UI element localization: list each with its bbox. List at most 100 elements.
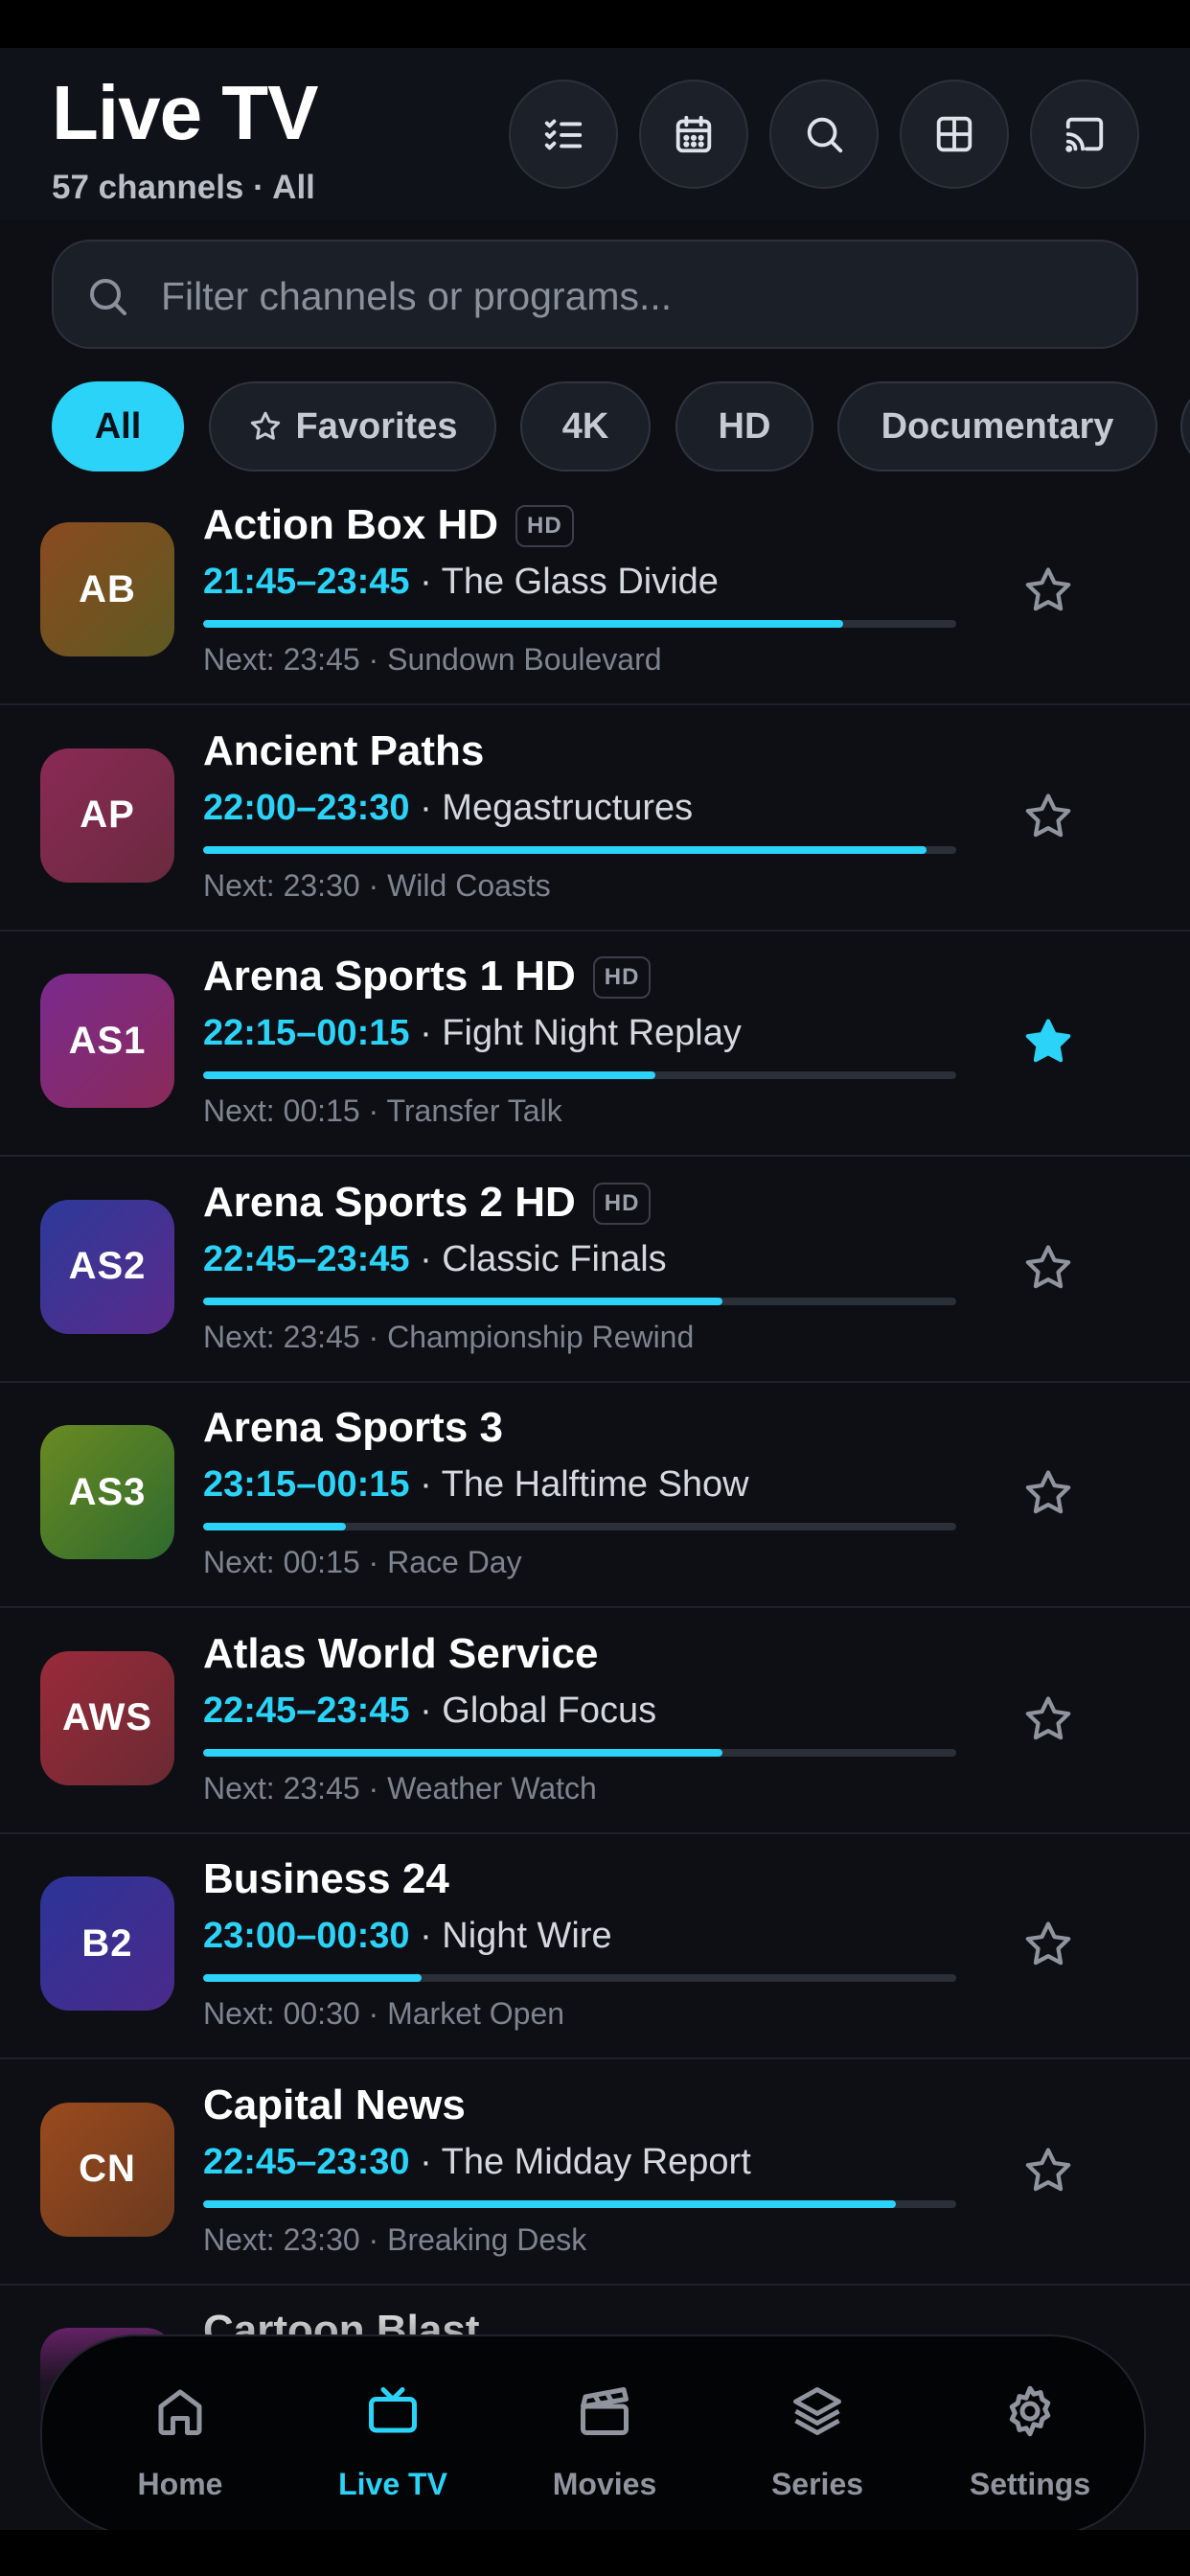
favorite-toggle[interactable] <box>1018 786 1079 847</box>
channel-row[interactable]: AWS Atlas World Service 22:45–23:45 · Glob… <box>0 1608 1190 1834</box>
next-program: Next: 00:30 · Market Open <box>203 1996 565 2031</box>
current-program: 22:45–23:45 · Global Focus <box>203 1690 656 1732</box>
channel-name: Business 24 <box>203 1855 449 1902</box>
channel-row[interactable]: AP Ancient Paths 22:00–23:30 · Megastructu… <box>0 705 1190 932</box>
cast-icon <box>1065 117 1104 152</box>
favorite-toggle[interactable] <box>1018 560 1079 621</box>
chip-hd[interactable]: HD <box>675 381 813 472</box>
channel-logo: AWS <box>40 1650 174 1785</box>
clapperboard-icon <box>581 2387 629 2435</box>
channel-row[interactable]: CN Capital News 22:45–23:30 · The Midday R… <box>0 2059 1190 2286</box>
progress-bar <box>203 1297 956 1305</box>
filter-chips: All Favorites 4K HD Documentary <box>0 381 1190 473</box>
star-icon <box>1025 1244 1071 1288</box>
program-time: 23:15–00:15 <box>203 1464 410 1505</box>
search-button[interactable] <box>769 80 879 189</box>
star-icon <box>250 411 280 440</box>
progress-fill <box>203 1974 422 1982</box>
search-icon <box>807 117 843 153</box>
grid-view-button[interactable] <box>900 80 1009 189</box>
search-input[interactable] <box>161 259 1100 334</box>
progress-fill <box>203 1748 723 1757</box>
next-program: Next: 00:15 · Race Day <box>203 1545 522 1579</box>
channel-name-row: Capital News <box>203 2082 466 2129</box>
bottom-nav: Home Live TV Movies Series Settings <box>40 2334 1146 2536</box>
search-icon <box>90 279 126 315</box>
nav-live-tv[interactable]: Live TV <box>293 2336 485 2538</box>
channel-logo: AP <box>40 748 174 883</box>
star-icon <box>1025 1470 1071 1514</box>
home-indicator-bar <box>0 2530 1190 2576</box>
progress-fill <box>203 1523 347 1530</box>
grid-icon <box>936 116 973 152</box>
chip-label: Favorites <box>295 405 458 447</box>
page-title: Live TV <box>52 70 319 155</box>
favorite-toggle[interactable] <box>1018 1689 1079 1750</box>
channel-name-row: Arena Sports 2 HD HD <box>203 1179 652 1227</box>
cast-button[interactable] <box>1030 80 1139 189</box>
guide-button[interactable] <box>639 80 748 189</box>
header: Live TV 57 channels · All <box>0 48 1190 220</box>
program-title: · Night Wire <box>420 1916 612 1956</box>
nav-settings[interactable]: Settings <box>930 2336 1122 2538</box>
progress-fill <box>203 1297 723 1305</box>
channel-logo-text: CN <box>79 2148 136 2190</box>
home-icon <box>158 2389 202 2435</box>
chip-label: All <box>94 405 142 447</box>
program-time: 23:00–00:30 <box>203 1916 410 1956</box>
channel-row[interactable]: AB Action Box HD HD 21:45–23:45 · The Glass… <box>0 479 1190 705</box>
nav-label: Movies <box>552 2467 657 2501</box>
chip-documentary[interactable]: Documentary <box>837 381 1157 472</box>
program-title: · Fight Night Replay <box>420 1013 742 1053</box>
star-icon <box>1025 1921 1071 1966</box>
channel-row[interactable]: AS3 Arena Sports 3 23:15–00:15 · The Halft… <box>0 1382 1190 1608</box>
channel-logo-text: AS3 <box>68 1470 147 1513</box>
checklist-button[interactable] <box>509 80 618 189</box>
current-program: 23:15–00:15 · The Halftime Show <box>203 1464 749 1506</box>
chip-favorites[interactable]: Favorites <box>209 381 496 472</box>
progress-fill <box>203 845 927 854</box>
progress-fill <box>203 620 844 628</box>
favorite-toggle[interactable] <box>1018 2140 1079 2201</box>
program-title: · The Glass Divide <box>420 562 719 602</box>
chip-more[interactable] <box>1180 381 1190 472</box>
search-bar[interactable] <box>52 240 1138 349</box>
favorite-toggle[interactable] <box>1018 1914 1079 1975</box>
current-program: 22:45–23:45 · Classic Finals <box>203 1239 667 1280</box>
channel-name-row: Action Box HD HD <box>203 501 574 549</box>
star-icon <box>1025 567 1071 611</box>
nav-movies[interactable]: Movies <box>505 2336 697 2538</box>
favorite-toggle[interactable] <box>1018 1011 1079 1072</box>
current-program: 22:45–23:30 · The Midday Report <box>203 2142 751 2183</box>
progress-bar <box>203 1523 956 1530</box>
nav-series[interactable]: Series <box>718 2336 909 2538</box>
channel-count: 57 channels · All <box>52 169 315 206</box>
nav-home[interactable]: Home <box>80 2336 272 2538</box>
nav-label: Live TV <box>338 2467 447 2501</box>
channel-row[interactable]: AS1 Arena Sports 1 HD HD 22:15–00:15 · Figh… <box>0 931 1190 1157</box>
channel-list: AB Action Box HD HD 21:45–23:45 · The Glass… <box>0 479 1190 2444</box>
channel-row[interactable]: B2 Business 24 23:00–00:30 · Night Wire Nex… <box>0 1833 1190 2059</box>
current-program: 23:00–00:30 · Night Wire <box>203 1916 612 1957</box>
chip-4k[interactable]: 4K <box>520 381 651 472</box>
channel-name-row: Atlas World Service <box>203 1630 598 1678</box>
program-time: 22:45–23:30 <box>203 2141 410 2182</box>
favorite-toggle[interactable] <box>1018 1237 1079 1299</box>
favorite-toggle[interactable] <box>1018 1462 1079 1524</box>
progress-bar <box>203 2199 956 2208</box>
program-time: 22:45–23:45 <box>203 1238 410 1279</box>
channel-row[interactable]: AS2 Arena Sports 2 HD HD 22:45–23:45 · Clas… <box>0 1157 1190 1383</box>
progress-bar <box>203 1748 956 1757</box>
next-program: Next: 23:30 · Breaking Desk <box>203 2221 587 2257</box>
tv-icon <box>369 2387 417 2433</box>
channel-logo: AS3 <box>40 1425 174 1559</box>
program-title: · Classic Finals <box>420 1238 667 1279</box>
status-bar <box>0 0 1190 48</box>
chip-all[interactable]: All <box>52 381 184 472</box>
progress-fill <box>203 2199 897 2208</box>
next-program: Next: 23:45 · Championship Rewind <box>203 1319 695 1354</box>
progress-fill <box>203 1071 655 1079</box>
channel-name: Arena Sports 1 HD <box>203 953 576 1000</box>
channel-name-row: Ancient Paths <box>203 727 484 775</box>
nav-label: Home <box>137 2467 223 2501</box>
